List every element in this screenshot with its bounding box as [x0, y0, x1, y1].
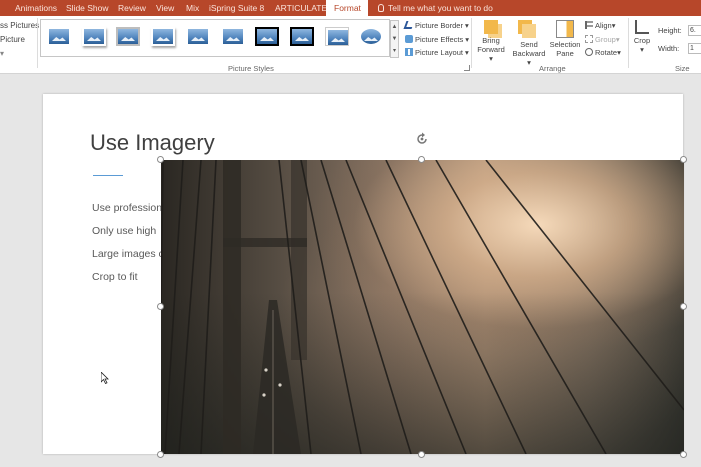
picture-effects-button[interactable]: Picture Effects ▾ — [405, 34, 469, 45]
slide-title[interactable]: Use Imagery — [90, 130, 215, 156]
picture-effects-icon — [405, 35, 413, 43]
height-input[interactable]: 6. — [688, 25, 701, 36]
change-pictures-button[interactable]: ss Pictures — [0, 21, 39, 30]
style-double-frame-black[interactable] — [255, 27, 279, 46]
selection-pane-button[interactable]: Selection Pane — [548, 18, 582, 66]
rotate-icon — [585, 48, 593, 56]
tab-slide-show[interactable]: Slide Show — [66, 0, 109, 16]
group-separator — [471, 18, 472, 68]
selected-bridge-photo[interactable] — [161, 160, 684, 454]
align-button[interactable]: Align▾ — [585, 20, 615, 31]
adjust-extra-button[interactable]: ▾ — [0, 49, 4, 58]
picture-border-button[interactable]: Picture Border ▾ — [403, 20, 469, 31]
style-simple-white[interactable] — [325, 27, 349, 46]
crop-button[interactable]: Crop ▾ — [631, 18, 653, 66]
group-label-picture-styles: Picture Styles — [228, 64, 274, 73]
tab-ispring-suite[interactable]: iSpring Suite 8 — [209, 0, 264, 16]
tell-me-text: Tell me what you want to do — [388, 3, 493, 13]
picture-layout-button[interactable]: Picture Layout ▾ — [405, 47, 469, 58]
tab-articulate[interactable]: ARTICULATE — [275, 0, 327, 16]
resize-handle-top[interactable] — [418, 156, 425, 163]
resize-handle-top-right[interactable] — [680, 156, 687, 163]
resize-handle-bottom-right[interactable] — [680, 451, 687, 458]
rotate-handle-icon[interactable] — [415, 132, 429, 146]
group-label-arrange: Arrange — [539, 64, 566, 73]
group-label-size: Size — [675, 64, 690, 73]
style-metal-frame[interactable] — [116, 27, 140, 46]
send-backward-button[interactable]: Send Backward ▾ — [510, 18, 548, 67]
lightbulb-icon — [378, 4, 384, 12]
tab-view[interactable]: View — [156, 0, 174, 16]
resize-handle-left[interactable] — [157, 303, 164, 310]
style-drop-shadow[interactable] — [151, 27, 175, 46]
align-icon — [585, 21, 593, 29]
group-separator — [628, 18, 629, 68]
picture-border-icon — [403, 21, 415, 29]
picture-styles-dialog-launcher[interactable] — [464, 65, 470, 71]
style-simple-frame[interactable] — [47, 27, 71, 46]
selection-pane-icon — [556, 20, 574, 38]
picture-layout-icon — [405, 48, 413, 56]
ribbon: ss Pictures Picture ▾ ▲ ▼ ▾ Picture Styl… — [0, 16, 701, 74]
height-label: Height: — [658, 26, 682, 35]
rotate-button[interactable]: Rotate▾ — [585, 47, 621, 58]
picture-styles-gallery[interactable]: ▲ ▼ ▾ — [40, 19, 399, 58]
group-separator — [37, 18, 38, 68]
resize-handle-top-left[interactable] — [157, 156, 164, 163]
gallery-scroll[interactable]: ▲ ▼ ▾ — [390, 20, 399, 58]
more-icon[interactable]: ▾ — [391, 45, 398, 57]
tab-mix[interactable]: Mix — [186, 0, 199, 16]
resize-handle-bottom[interactable] — [418, 451, 425, 458]
bring-forward-icon — [484, 20, 498, 34]
tell-me-search[interactable]: Tell me what you want to do — [378, 0, 493, 16]
tab-format[interactable]: Format — [326, 0, 368, 17]
style-beveled[interactable] — [82, 27, 106, 46]
style-reflected[interactable] — [186, 27, 210, 46]
style-soft-edge[interactable] — [221, 27, 245, 46]
reset-picture-button[interactable]: Picture — [0, 35, 25, 44]
bullet-item[interactable]: Only use high — [92, 225, 156, 237]
tab-animations[interactable]: Animations — [15, 0, 57, 16]
bullet-item[interactable]: Large images c — [92, 248, 164, 260]
chevron-up-icon[interactable]: ▲ — [391, 21, 398, 33]
bullet-item[interactable]: Use profession — [92, 202, 162, 214]
chevron-down-icon[interactable]: ▼ — [391, 33, 398, 45]
crop-icon — [635, 20, 649, 34]
bullet-item[interactable]: Crop to fit — [92, 271, 138, 283]
group-button[interactable]: Group▾ — [585, 34, 620, 45]
title-accent-line — [93, 175, 123, 176]
resize-handle-right[interactable] — [680, 303, 687, 310]
width-label: Width: — [658, 44, 680, 53]
tab-review[interactable]: Review — [118, 0, 146, 16]
style-oval[interactable] — [359, 27, 383, 46]
bring-forward-label-2: Forward ▾ — [477, 45, 505, 63]
style-thick-matte-black[interactable] — [290, 27, 314, 46]
resize-handle-bottom-left[interactable] — [157, 451, 164, 458]
group-icon — [585, 35, 593, 43]
mouse-pointer-icon — [101, 372, 109, 384]
ribbon-tab-bar: Animations Slide Show Review View Mix iS… — [0, 0, 701, 17]
width-input[interactable]: 1 — [688, 43, 701, 54]
send-backward-icon — [522, 24, 536, 38]
bridge-cables-illustration — [161, 160, 684, 454]
bring-forward-button[interactable]: Bring Forward ▾ — [475, 18, 507, 66]
